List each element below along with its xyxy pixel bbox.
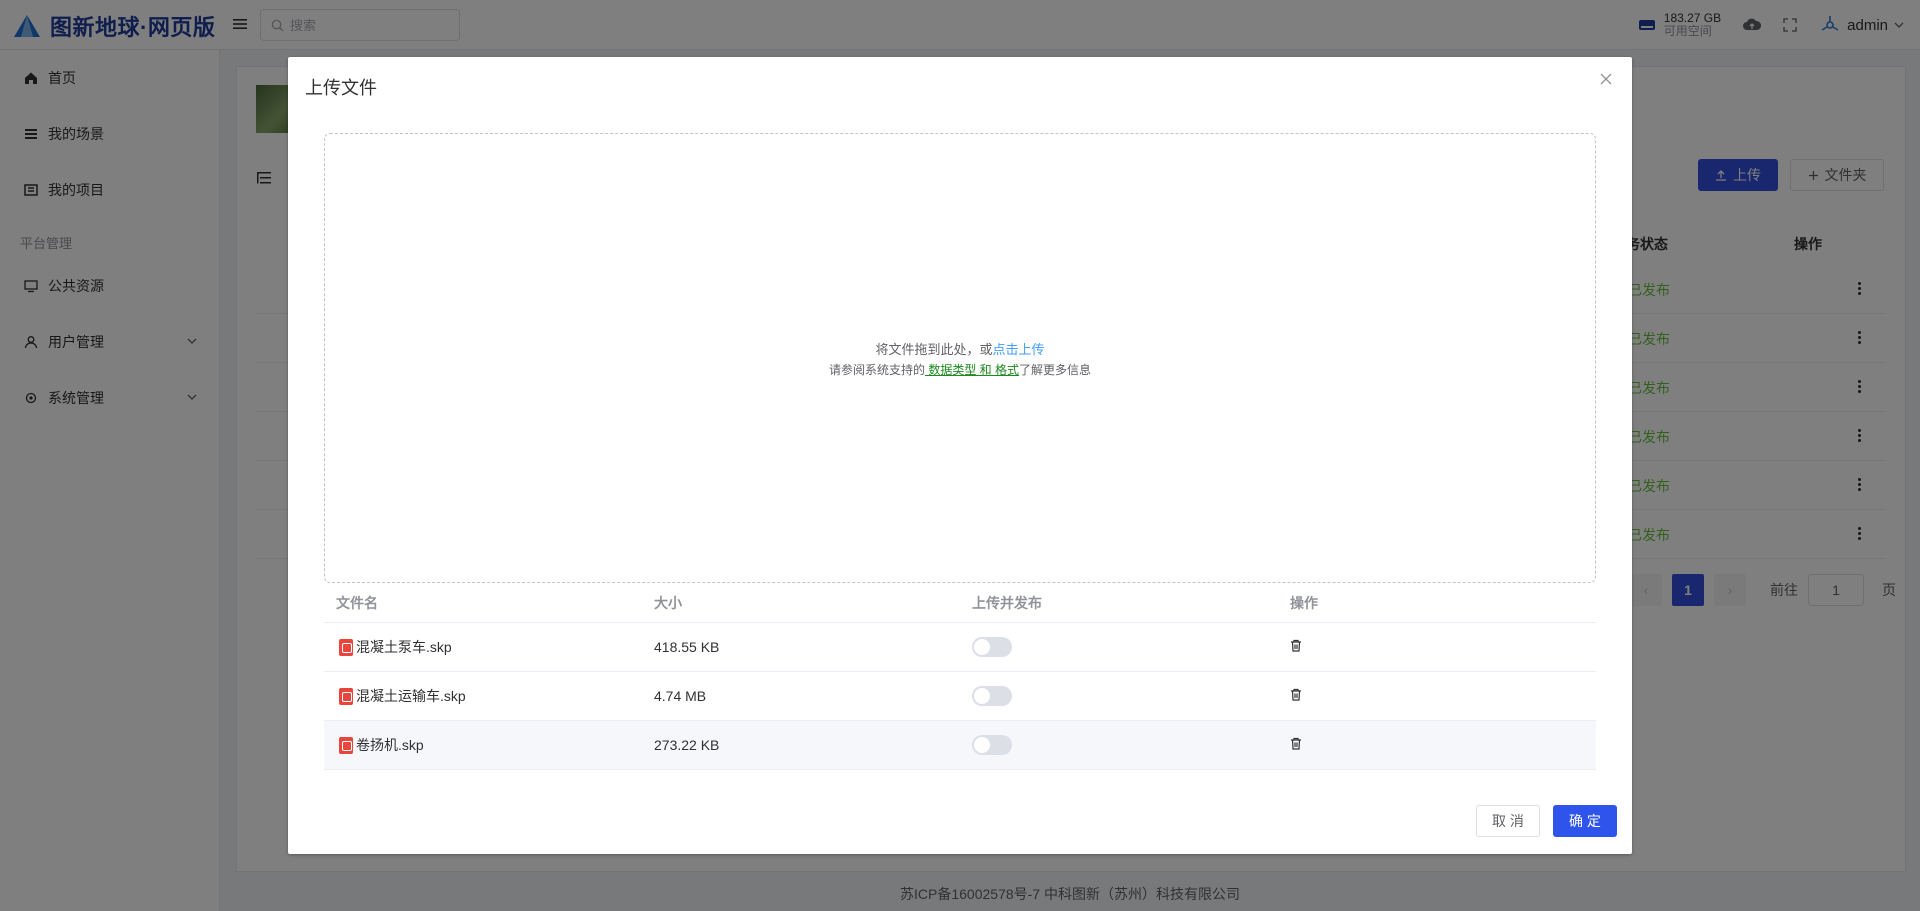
close-icon[interactable] [1598, 71, 1614, 87]
dropzone-text: 将文件拖到此处，或点击上传 [875, 339, 1044, 358]
delete-icon[interactable] [1290, 639, 1302, 652]
cancel-button[interactable]: 取 消 [1476, 805, 1540, 837]
publish-toggle[interactable] [972, 637, 1012, 657]
file-size: 4.74 MB [654, 688, 707, 704]
file-table-header: 文件名 大小 上传并发布 操作 [324, 583, 1596, 623]
file-name: 混凝土运输车.skp [356, 688, 466, 704]
delete-icon[interactable] [1290, 737, 1302, 750]
click-upload-link[interactable]: 点击上传 [993, 342, 1045, 357]
column-header-publish: 上传并发布 [972, 594, 1042, 611]
publish-toggle[interactable] [972, 735, 1012, 755]
file-row: 混凝土泵车.skp 418.55 KB [324, 623, 1596, 672]
formats-link[interactable]: 数据类型 和 格式 [925, 363, 1019, 377]
file-name: 混凝土泵车.skp [356, 639, 452, 655]
file-name: 卷扬机.skp [356, 737, 424, 753]
dropzone-prompt: 将文件拖到此处，或 [875, 341, 993, 357]
confirm-button[interactable]: 确 定 [1553, 805, 1617, 837]
publish-toggle[interactable] [972, 686, 1012, 706]
hint-suffix: 了解更多信息 [1019, 362, 1092, 377]
column-header-filename: 文件名 [336, 594, 378, 611]
file-row: 混凝土运输车.skp 4.74 MB [324, 672, 1596, 721]
skp-file-icon [339, 736, 353, 754]
dropzone-hint: 请参阅系统支持的 数据类型 和 格式了解更多信息 [829, 361, 1091, 378]
file-size: 418.55 KB [654, 639, 720, 655]
upload-dropzone[interactable]: 将文件拖到此处，或点击上传 请参阅系统支持的 数据类型 和 格式了解更多信息 [324, 133, 1596, 583]
upload-dialog: 上传文件 将文件拖到此处，或点击上传 请参阅系统支持的 数据类型 和 格式了解更… [288, 57, 1632, 854]
delete-icon[interactable] [1290, 688, 1302, 701]
column-header-actions: 操作 [1290, 594, 1318, 611]
skp-file-icon [339, 638, 353, 656]
hint-prefix: 请参阅系统支持的 [828, 362, 925, 377]
file-size: 273.22 KB [654, 737, 720, 753]
file-row: 卷扬机.skp 273.22 KB [324, 721, 1596, 770]
skp-file-icon [339, 687, 353, 705]
file-table: 文件名 大小 上传并发布 操作 混凝土泵车.skp 418.55 KB 混凝土运… [324, 583, 1596, 770]
dialog-title: 上传文件 [305, 78, 377, 98]
column-header-size: 大小 [654, 594, 682, 611]
